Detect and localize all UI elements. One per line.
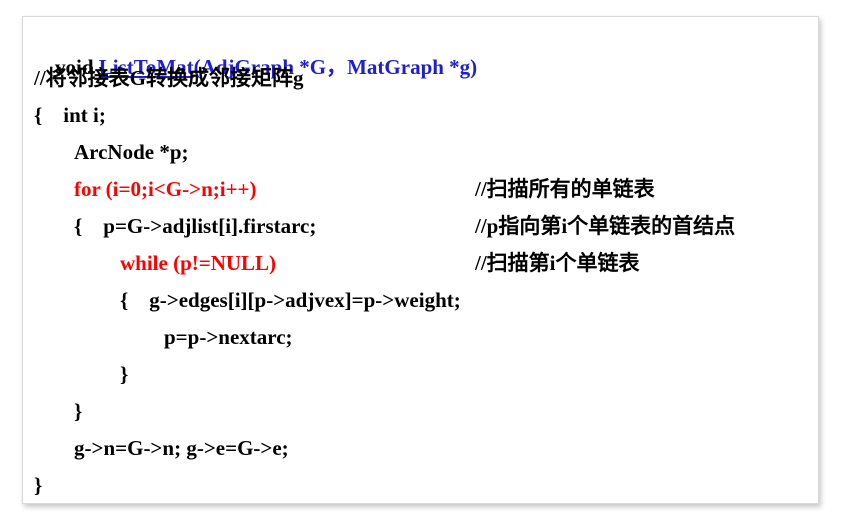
code-line-close-fn: }	[34, 473, 43, 497]
code-line-for: for (i=0;i<G->n;i++)	[74, 177, 257, 201]
code-line-edges: { g->edges[i][p->adjvex]=p->weight;	[120, 288, 461, 312]
header-comment: //将邻接表G转换成邻接矩阵g	[34, 66, 304, 90]
comment-while: //扫描第i个单链表	[475, 251, 640, 275]
code-line-while: while (p!=NULL)	[120, 251, 277, 275]
comment-for: //扫描所有的单链表	[475, 177, 655, 201]
code-line-assign-ne: g->n=G->n; g->e=G->e;	[74, 436, 289, 460]
code-line-close-inner: }	[120, 362, 129, 386]
comment-p-assign: //p指向第i个单链表的首结点	[475, 214, 736, 238]
code-line-open-decl: { int i;	[34, 103, 106, 127]
code-line-p-assign: { p=G->adjlist[i].firstarc;	[74, 214, 317, 238]
code-line-close-for: }	[74, 399, 83, 423]
code-line-arcnode: ArcNode *p;	[74, 140, 189, 164]
code-line-nextarc: p=p->nextarc;	[164, 325, 293, 349]
code-panel: void ListToMat(AdjGraph *G，MatGraph *g) …	[22, 16, 819, 504]
